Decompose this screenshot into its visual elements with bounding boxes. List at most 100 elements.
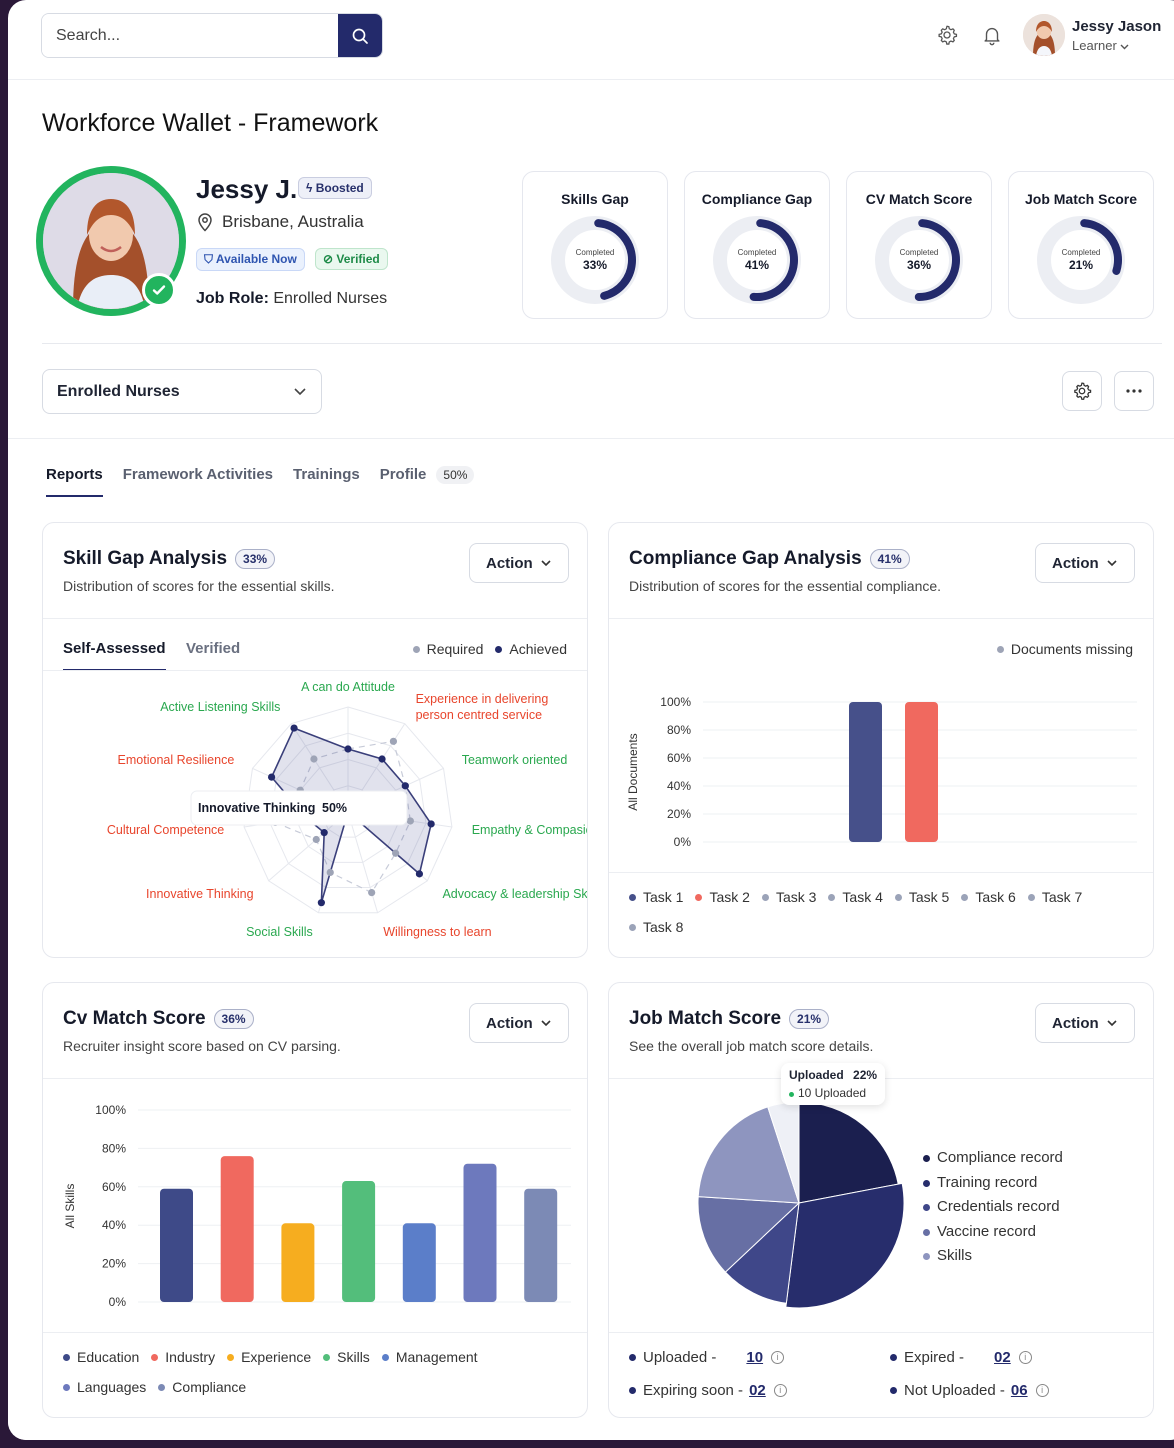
more-options-button[interactable] bbox=[1114, 371, 1154, 411]
missing-legend: Documents missing bbox=[996, 641, 1133, 657]
action-button[interactable]: Action bbox=[469, 543, 569, 583]
radar-axis-label: Willingness to learn bbox=[383, 925, 491, 939]
legend-label: Task 1 bbox=[643, 889, 684, 905]
y-tick-label: 60% bbox=[667, 751, 691, 765]
action-button[interactable]: Action bbox=[1035, 1003, 1135, 1043]
gear-icon bbox=[1074, 382, 1092, 400]
score-donut: Completed33% bbox=[551, 216, 639, 304]
legend-required-label: Required bbox=[426, 641, 484, 657]
card-title-text: Cv Match Score bbox=[63, 1008, 206, 1029]
bar[interactable] bbox=[463, 1163, 497, 1302]
user-role-label: Learner bbox=[1072, 37, 1117, 53]
info-icon[interactable]: i bbox=[771, 1351, 785, 1364]
legend-item: Skills bbox=[323, 1349, 370, 1365]
stat-item: Uploaded - 10 i bbox=[629, 1349, 785, 1366]
divider bbox=[609, 1332, 1153, 1333]
bar[interactable] bbox=[849, 702, 882, 842]
legend-item: Task 7 bbox=[1027, 889, 1083, 905]
bell-icon bbox=[984, 27, 1000, 46]
score-donut: Completed36% bbox=[875, 216, 963, 304]
settings-button[interactable] bbox=[936, 24, 958, 46]
divider bbox=[609, 872, 1153, 873]
info-icon[interactable]: i bbox=[1018, 1351, 1032, 1364]
y-tick-label: 20% bbox=[102, 1257, 126, 1271]
donut-value: 36% bbox=[907, 258, 931, 272]
y-tick-label: 40% bbox=[667, 779, 691, 793]
stat-value-link[interactable]: 10 bbox=[746, 1349, 763, 1366]
bar[interactable] bbox=[220, 1156, 254, 1302]
tab-framework-activities[interactable]: Framework Activities bbox=[123, 466, 273, 497]
user-menu[interactable]: Jessy Jason Learner bbox=[1023, 14, 1161, 56]
card-title: Compliance Gap Analysis 41% bbox=[629, 548, 910, 570]
bar[interactable] bbox=[402, 1223, 436, 1302]
tab-reports[interactable]: Reports bbox=[46, 466, 103, 497]
radar-required-point bbox=[310, 755, 318, 763]
divider bbox=[43, 618, 587, 619]
info-icon[interactable]: i bbox=[1035, 1384, 1049, 1397]
role-select[interactable]: Enrolled Nurses bbox=[42, 369, 322, 414]
pie-legend: Compliance record Training record Credenti… bbox=[923, 1146, 1063, 1269]
pie-slice[interactable] bbox=[785, 1182, 905, 1309]
tab-trainings[interactable]: Trainings bbox=[293, 466, 360, 497]
framework-settings-button[interactable] bbox=[1062, 371, 1102, 411]
stat-value-link[interactable]: 02 bbox=[749, 1382, 766, 1399]
search-button[interactable] bbox=[338, 14, 382, 57]
donut-caption: Completed bbox=[738, 248, 777, 257]
bar[interactable] bbox=[342, 1181, 376, 1302]
bar[interactable] bbox=[281, 1223, 315, 1302]
chevron-down-icon bbox=[1107, 1020, 1117, 1027]
card-subtitle: Recruiter insight score based on CV pars… bbox=[63, 1038, 341, 1054]
donut-caption: Completed bbox=[900, 248, 939, 257]
radar-axis-label: Empathy & Compasion bbox=[472, 823, 588, 837]
info-icon[interactable]: i bbox=[773, 1384, 787, 1397]
score-card-title: Skills Gap bbox=[561, 191, 629, 207]
radar-axis-label: Experience in delivering person centred s… bbox=[416, 692, 549, 722]
action-label: Action bbox=[486, 1015, 533, 1032]
score-card[interactable]: Job Match Score Completed 21% bbox=[1008, 171, 1154, 319]
compliance-gap-card: Compliance Gap Analysis 41% Distribution … bbox=[608, 522, 1154, 958]
tab-profile[interactable]: Profile bbox=[380, 466, 427, 497]
score-card[interactable]: CV Match Score Completed 36% bbox=[846, 171, 992, 319]
card-pct-badge: 21% bbox=[789, 1009, 830, 1029]
stat-label: Expiring soon - bbox=[643, 1382, 744, 1399]
stat-value-link[interactable]: 06 bbox=[1011, 1382, 1028, 1399]
radar-axis-label: Emotional Resilience bbox=[118, 753, 235, 767]
legend-label: Task 8 bbox=[643, 919, 684, 935]
radar-axis-label: Advocacy & leadership Skills bbox=[442, 887, 588, 901]
stat-value-link[interactable]: 02 bbox=[994, 1349, 1011, 1366]
app-window: Jessy Jason Learner Workforce Wallet - F… bbox=[8, 0, 1174, 1440]
radar-achieved-point bbox=[378, 755, 386, 763]
tab-verified[interactable]: Verified bbox=[186, 640, 240, 657]
y-tick-label: 0% bbox=[674, 835, 692, 849]
score-donut: Completed41% bbox=[713, 216, 801, 304]
score-card[interactable]: Skills Gap Completed 33% bbox=[522, 171, 668, 319]
score-card[interactable]: Compliance Gap Completed 41% bbox=[684, 171, 830, 319]
stat-label: Not Uploaded - bbox=[904, 1382, 1005, 1399]
notifications-button[interactable] bbox=[981, 24, 1003, 46]
radar-achieved-point bbox=[317, 899, 325, 907]
legend-label: Experience bbox=[241, 1349, 312, 1365]
search-input[interactable] bbox=[42, 14, 338, 57]
radar-required-point bbox=[389, 737, 398, 745]
action-button[interactable]: Action bbox=[469, 1003, 569, 1043]
legend-item: Industry bbox=[151, 1349, 215, 1365]
user-role: Learner bbox=[1072, 38, 1161, 53]
radar-required-point bbox=[326, 868, 334, 877]
radar-achieved-point bbox=[320, 829, 328, 837]
action-button[interactable]: Action bbox=[1035, 543, 1135, 583]
bar[interactable] bbox=[524, 1188, 558, 1302]
legend-label: Task 4 bbox=[842, 889, 883, 905]
legend-label: Task 5 bbox=[908, 889, 950, 905]
tab-self-assessed[interactable]: Self-Assessed bbox=[63, 640, 166, 671]
legend-item-achieved: Achieved bbox=[495, 641, 567, 657]
radar-axis-label: Teamwork oriented bbox=[462, 753, 568, 767]
legend-item: Vaccine record bbox=[923, 1220, 1063, 1245]
legend-item: Skills bbox=[923, 1244, 1063, 1269]
bar[interactable] bbox=[905, 702, 938, 842]
donut-value: 33% bbox=[583, 258, 607, 272]
bar[interactable] bbox=[160, 1188, 193, 1302]
radar-axis-label: A can do Attitude bbox=[301, 680, 395, 694]
legend-label: Task 7 bbox=[1041, 889, 1083, 905]
boosted-label: Boosted bbox=[315, 181, 364, 195]
action-label: Action bbox=[1052, 1015, 1099, 1032]
